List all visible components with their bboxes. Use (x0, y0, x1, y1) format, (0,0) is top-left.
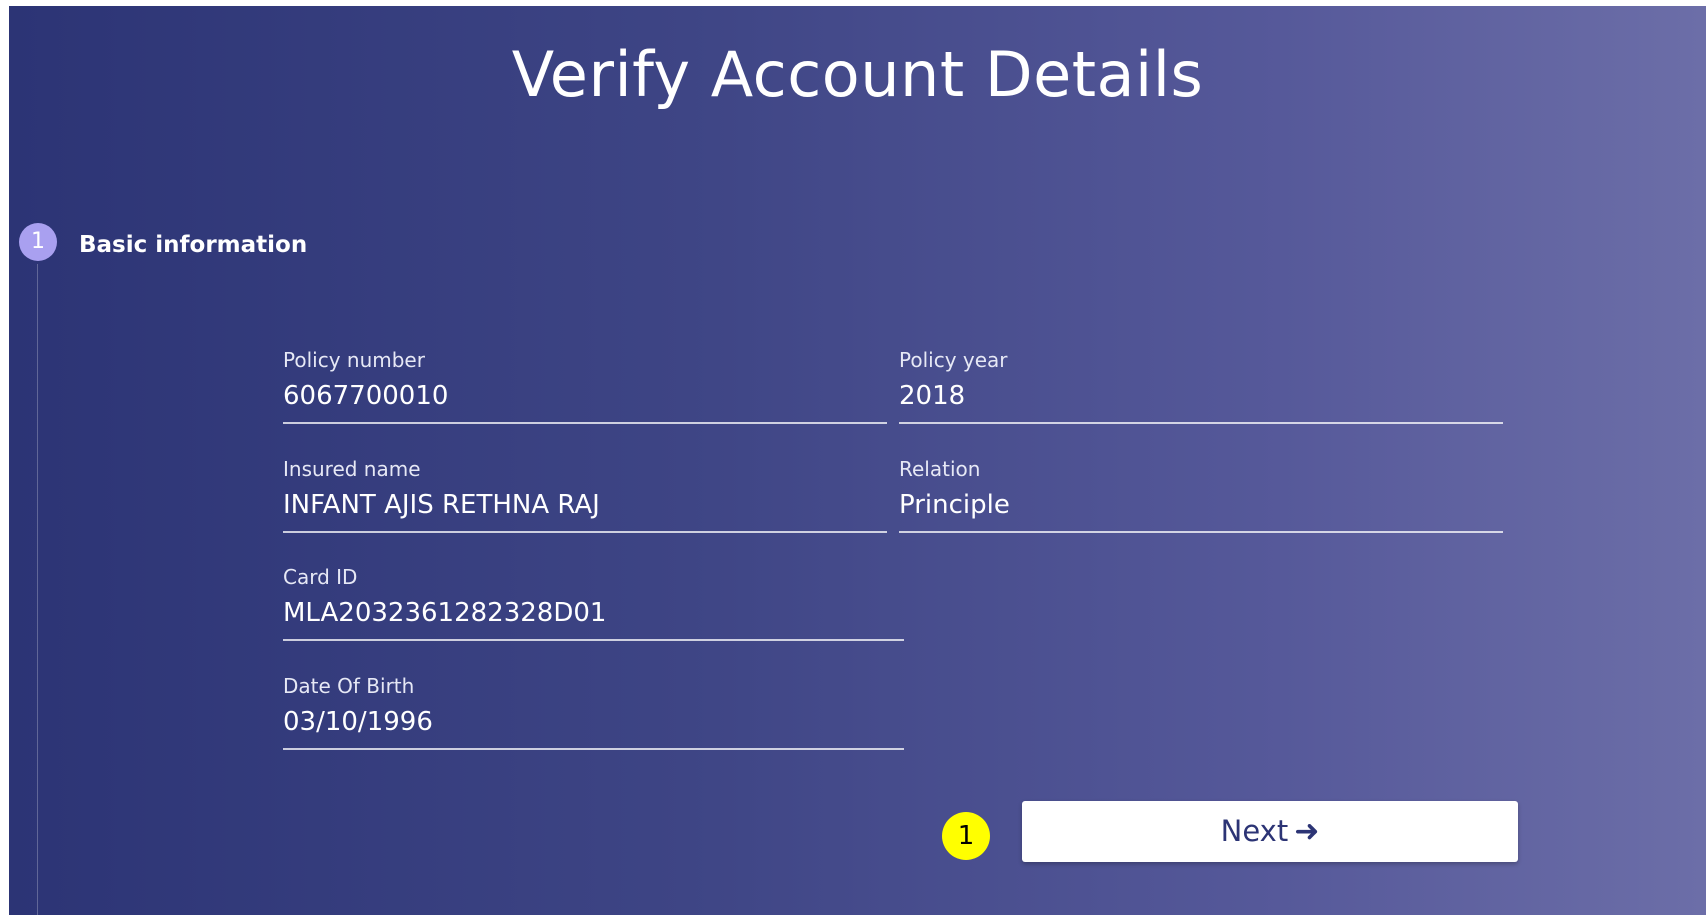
next-button-label: Next (1220, 814, 1289, 848)
policy-year-label: Policy year (899, 348, 1008, 372)
date-of-birth-label: Date Of Birth (283, 674, 415, 698)
policy-year-field[interactable]: Policy year 2018 (899, 348, 1503, 424)
insured-name-value: INFANT AJIS RETHNA RAJ (283, 490, 600, 520)
annotation-marker: 1 (942, 812, 990, 860)
step-label: Basic information (79, 232, 308, 258)
field-underline (899, 531, 1503, 533)
date-of-birth-value: 03/10/1996 (283, 707, 433, 737)
card-id-field[interactable]: Card ID MLA2032361282328D01 (283, 565, 904, 641)
insured-name-label: Insured name (283, 457, 421, 481)
field-underline (283, 531, 887, 533)
card-id-value: MLA2032361282328D01 (283, 598, 607, 628)
field-underline (283, 639, 904, 641)
verify-account-panel: Verify Account Details 1 Basic informati… (9, 6, 1706, 915)
card-id-label: Card ID (283, 565, 358, 589)
step-connector-line (37, 264, 38, 915)
insured-name-field[interactable]: Insured name INFANT AJIS RETHNA RAJ (283, 457, 887, 533)
field-underline (283, 748, 904, 750)
relation-value: Principle (899, 490, 1010, 520)
step-number-badge: 1 (19, 223, 57, 261)
date-of-birth-field[interactable]: Date Of Birth 03/10/1996 (283, 674, 904, 750)
relation-label: Relation (899, 457, 981, 481)
field-underline (283, 422, 887, 424)
policy-number-field[interactable]: Policy number 6067700010 (283, 348, 887, 424)
field-underline (899, 422, 1503, 424)
policy-number-value: 6067700010 (283, 381, 449, 411)
relation-field[interactable]: Relation Principle (899, 457, 1503, 533)
arrow-right-icon: ➜ (1294, 814, 1320, 849)
policy-year-value: 2018 (899, 381, 966, 411)
policy-number-label: Policy number (283, 348, 425, 372)
page-title: Verify Account Details (511, 38, 1204, 111)
next-button[interactable]: Next ➜ (1022, 801, 1518, 862)
